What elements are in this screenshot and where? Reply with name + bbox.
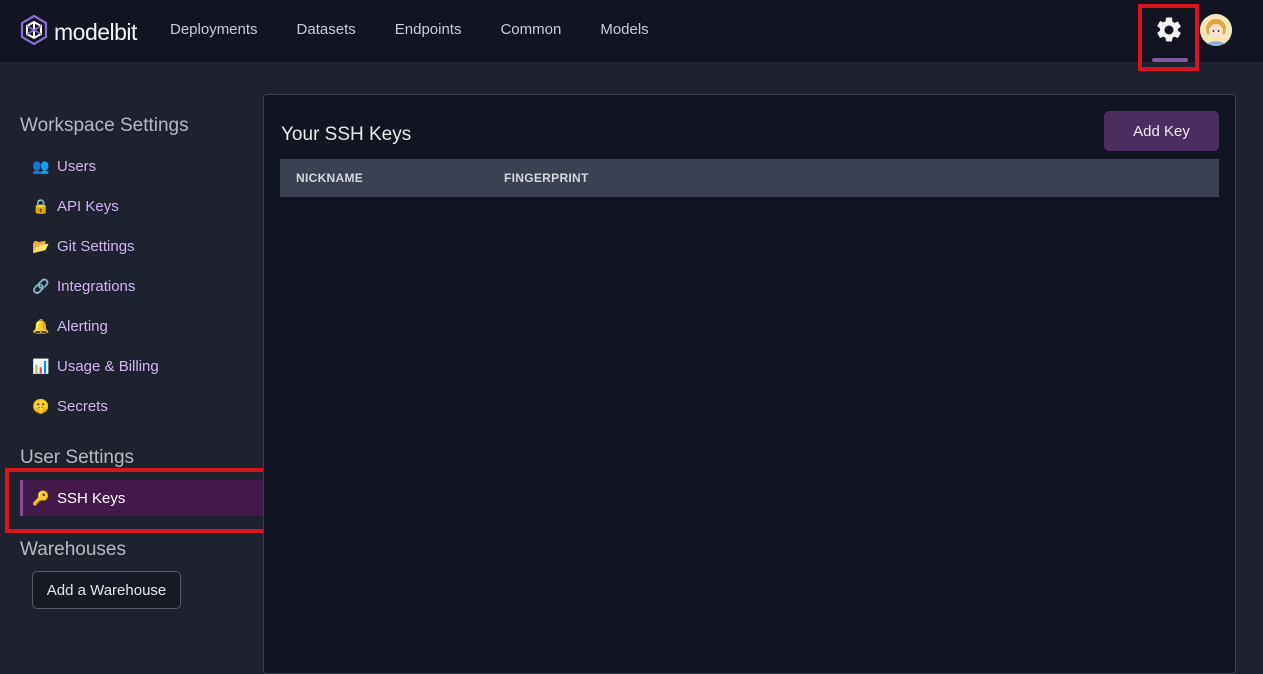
brand-name: modelbit — [54, 19, 137, 45]
add-key-button[interactable]: Add Key — [1104, 111, 1219, 151]
modelbit-logo-icon — [19, 14, 49, 51]
settings-sidebar: Workspace Settings 👥 Users 🔒 API Keys 📂 … — [0, 62, 265, 656]
nav-item-models[interactable]: Models — [600, 21, 648, 38]
sidebar-item-usage-billing[interactable]: 📊 Usage & Billing — [20, 348, 262, 384]
main-nav: Deployments Datasets Endpoints Common Mo… — [170, 0, 688, 58]
column-header-fingerprint[interactable]: FINGERPRINT — [504, 171, 589, 185]
bar-chart-icon: 📊 — [32, 358, 50, 374]
shushing-face-icon: 🤫 — [32, 398, 50, 414]
page-title: Your SSH Keys — [281, 124, 412, 145]
add-warehouse-button[interactable]: Add a Warehouse — [32, 571, 181, 609]
top-navbar: modelbit Deployments Datasets Endpoints … — [0, 0, 1263, 62]
settings-gear-icon[interactable] — [1154, 15, 1184, 45]
sidebar-item-ssh-keys[interactable]: 🔑 SSH Keys — [20, 480, 265, 516]
sidebar-item-integrations[interactable]: 🔗 Integrations — [20, 268, 262, 304]
sidebar-item-label: Usage & Billing — [57, 357, 159, 375]
nav-item-datasets[interactable]: Datasets — [297, 21, 356, 38]
nav-item-common[interactable]: Common — [500, 21, 561, 38]
warehouses-heading: Warehouses — [20, 539, 126, 560]
users-icon: 👥 — [32, 158, 50, 174]
ssh-keys-table-header: NICKNAME FINGERPRINT — [280, 159, 1219, 197]
bell-icon: 🔔 — [32, 318, 50, 334]
sidebar-item-label: SSH Keys — [57, 489, 126, 507]
user-avatar[interactable] — [1200, 14, 1232, 46]
key-icon: 🔑 — [32, 490, 50, 506]
user-settings-heading: User Settings — [20, 447, 135, 468]
sidebar-item-label: Users — [57, 157, 97, 175]
sidebar-item-git-settings[interactable]: 📂 Git Settings — [20, 228, 262, 264]
link-icon: 🔗 — [32, 278, 50, 294]
sidebar-item-users[interactable]: 👥 Users — [20, 148, 262, 184]
nav-item-endpoints[interactable]: Endpoints — [395, 21, 462, 38]
sidebar-item-label: Integrations — [57, 277, 136, 295]
workspace-settings-heading: Workspace Settings — [20, 115, 189, 136]
sidebar-item-label: Alerting — [57, 317, 108, 335]
nav-item-deployments[interactable]: Deployments — [170, 21, 258, 38]
active-tab-indicator — [1152, 58, 1188, 62]
folder-icon: 📂 — [32, 238, 50, 254]
sidebar-item-alerting[interactable]: 🔔 Alerting — [20, 308, 262, 344]
brand-logo[interactable]: modelbit — [19, 14, 137, 51]
ssh-keys-panel: Your SSH Keys Add Key NICKNAME FINGERPRI… — [263, 94, 1236, 674]
column-header-nickname[interactable]: NICKNAME — [296, 171, 504, 185]
sidebar-item-api-keys[interactable]: 🔒 API Keys — [20, 188, 262, 224]
sidebar-item-label: Secrets — [57, 397, 108, 415]
lock-icon: 🔒 — [32, 198, 50, 214]
sidebar-item-secrets[interactable]: 🤫 Secrets — [20, 388, 262, 424]
sidebar-item-label: Git Settings — [57, 237, 135, 255]
sidebar-item-label: API Keys — [57, 197, 119, 215]
